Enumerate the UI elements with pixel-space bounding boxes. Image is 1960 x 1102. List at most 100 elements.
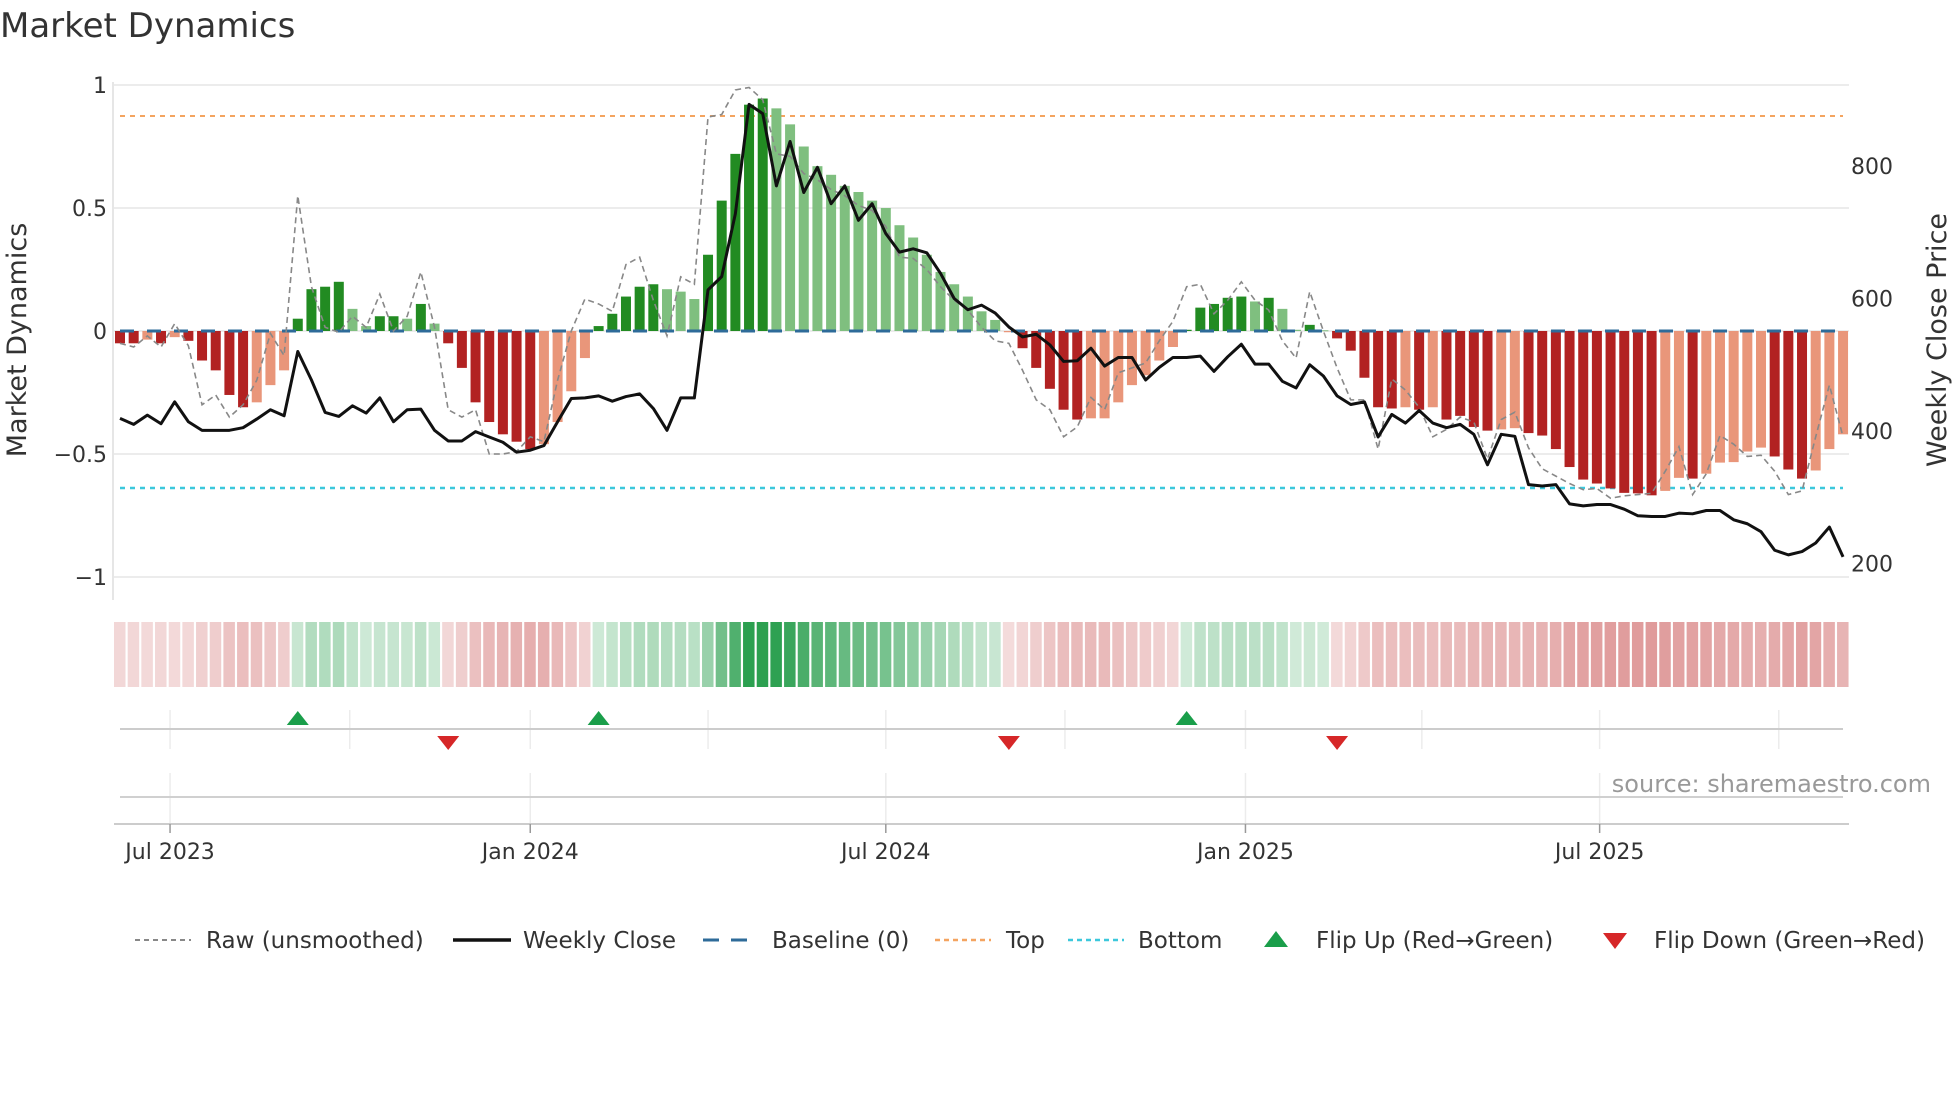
dynamics-bar — [1701, 331, 1712, 474]
x-tick-label: Jan 2025 — [1195, 840, 1294, 865]
dynamics-bar — [1742, 331, 1753, 452]
heat-strip-cell — [196, 622, 208, 687]
heat-strip-cell — [414, 622, 427, 687]
heat-strip-cell — [1208, 622, 1220, 687]
y-tick-label: 0.5 — [72, 197, 107, 222]
dynamics-bar — [1619, 331, 1630, 493]
source-label: source: sharemaestro.com — [1612, 770, 1931, 798]
heat-strip-cell — [1604, 622, 1617, 687]
dynamics-bar — [1646, 331, 1657, 496]
heat-strip-cell — [1727, 622, 1740, 687]
legend-label-bottom: Bottom — [1138, 928, 1222, 954]
heat-strip-cell — [1303, 622, 1316, 687]
heat-strip-cell — [182, 622, 194, 687]
x-tick-label: Jan 2024 — [480, 840, 579, 865]
heat-strip-cell — [1098, 622, 1111, 687]
heat-strip-cell — [1290, 622, 1302, 687]
dynamics-bar — [484, 331, 495, 423]
heat-strip-cell — [1796, 622, 1808, 687]
dynamics-bar — [1058, 331, 1069, 410]
dynamics-bar — [1236, 296, 1247, 331]
dynamics-bar — [908, 237, 919, 331]
heat-strip-cell — [346, 622, 358, 687]
heat-strip-cell — [524, 622, 536, 687]
dynamics-bar — [812, 166, 823, 331]
heat-strip-cell — [647, 622, 659, 687]
dynamics-bar — [1660, 331, 1671, 491]
dynamics-bar — [1044, 331, 1055, 389]
heat-strip-cell — [1426, 622, 1439, 687]
dynamics-bar — [607, 313, 618, 331]
heat-strip-cell — [373, 622, 386, 687]
heat-strip-cell — [715, 622, 728, 687]
dynamics-bar — [1550, 331, 1561, 450]
heat-strip-cell — [114, 622, 126, 687]
dynamics-bar — [456, 331, 467, 368]
heat-strip-cell — [1385, 622, 1398, 687]
heat-strip-cell — [1522, 622, 1535, 687]
y2-tick-label: 800 — [1851, 155, 1893, 180]
dynamics-bar — [620, 296, 631, 331]
heat-strip-cell — [934, 622, 946, 687]
y2-tick-label: 200 — [1851, 553, 1893, 578]
y2-axis-title: Weekly Close Price — [1922, 213, 1953, 467]
heat-strip-cell — [1194, 622, 1206, 687]
market-dynamics-chart: 1 0.5 0 −0.5 −1 800 600 400 200 Market Dynamics We… — [2, 74, 1953, 954]
heat-strip-cell — [510, 622, 523, 687]
dynamics-bar — [1797, 331, 1808, 479]
heat-strip-cell — [661, 622, 673, 687]
y-axis-title: Market Dynamics — [2, 223, 33, 458]
heat-strip-cell — [537, 622, 550, 687]
heat-strip-cell — [1084, 622, 1097, 687]
heat-strip-cell — [1057, 622, 1070, 687]
heat-strip-cell — [168, 622, 181, 687]
legend-flip-down-icon — [1603, 933, 1627, 949]
heat-strip-cell — [1413, 622, 1425, 687]
heat-strip-cell — [1536, 622, 1548, 687]
heat-strip-cell — [1153, 622, 1165, 687]
heat-strip-cell — [1440, 622, 1452, 687]
heat-strip-cell — [1331, 622, 1343, 687]
dynamics-bar — [210, 331, 221, 371]
heat-strip-cell — [879, 622, 892, 687]
dynamics-bar — [990, 319, 1001, 331]
heat-strip-cell — [1481, 622, 1493, 687]
y2-tick-label: 600 — [1851, 288, 1893, 313]
dynamics-bar — [976, 311, 987, 331]
dynamics-bar — [197, 331, 208, 361]
heat-strip-cell — [1495, 622, 1507, 687]
heat-strip-cell — [264, 622, 276, 687]
dynamics-bar — [1455, 331, 1466, 416]
heat-strip-cell — [825, 622, 837, 687]
heat-strip-cell — [989, 622, 1001, 687]
dynamics-bar — [374, 316, 385, 331]
dynamics-bar — [1263, 297, 1274, 331]
dynamics-bar — [579, 331, 590, 359]
dynamics-bar — [1400, 331, 1411, 408]
dynamics-bar — [1250, 301, 1261, 331]
heat-strip-cell — [1618, 622, 1630, 687]
heat-strip-cell — [770, 622, 782, 687]
heat-strip-cell — [223, 622, 235, 687]
dynamics-bar — [1783, 331, 1794, 470]
heat-strip-cell — [1166, 622, 1179, 687]
heat-strip-cell — [592, 622, 605, 687]
heat-strip-cell — [784, 622, 796, 687]
heat-strip-cell — [1358, 622, 1370, 687]
heat-strip-cell — [1837, 622, 1849, 687]
heat-strip-cell — [1659, 622, 1671, 687]
heat-strip-cell — [483, 622, 495, 687]
heat-strip-cell — [1467, 622, 1480, 687]
heat-strip-cell — [907, 622, 919, 687]
legend-label-baseline: Baseline (0) — [772, 928, 909, 954]
heat-strip-cell — [1221, 622, 1234, 687]
dynamics-bar — [415, 303, 426, 331]
dynamics-bar — [689, 299, 700, 331]
dynamics-bar — [251, 331, 262, 403]
heat-strip-cell — [1235, 622, 1247, 687]
legend-label-raw: Raw (unsmoothed) — [206, 928, 424, 954]
dynamics-bar — [634, 286, 645, 331]
dynamics-bar — [1824, 331, 1835, 450]
dynamics-bar — [128, 331, 139, 344]
heat-strip-cell — [442, 622, 454, 687]
